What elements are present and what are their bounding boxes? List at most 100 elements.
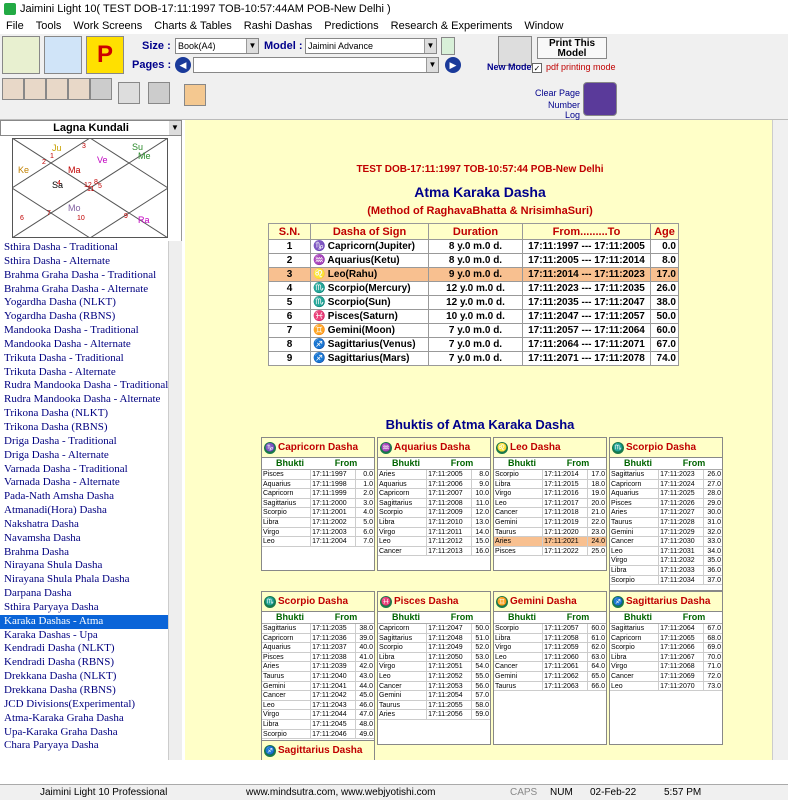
refresh-icon[interactable]	[441, 37, 455, 55]
bhukti-row[interactable]: Libra 17:11:2058 61.0	[494, 633, 606, 644]
dasha-list-item[interactable]: Trikuta Dasha - Traditional	[0, 352, 168, 366]
bhukti-row[interactable]: Virgo 17:11:2051 54.0	[378, 662, 490, 672]
bhukti-row[interactable]: Libra 17:11:2045 48.0	[262, 719, 374, 730]
bhukti-row[interactable]: Gemini 17:11:2054 57.0	[378, 691, 490, 701]
dasha-list-item[interactable]: Brahma Graha Dasha - Traditional	[0, 269, 168, 283]
table-row[interactable]: 6 ♓ Pisces(Saturn) 10 y.0 m.0 d. 17:11:2047…	[268, 309, 679, 324]
bhukti-row[interactable]: Aries 17:11:2056 59.0	[378, 710, 490, 720]
bhukti-row[interactable]: Pisces 17:11:2022 25.0	[494, 546, 606, 557]
bhukti-row[interactable]: Aquarius 17:11:2025 28.0	[610, 489, 722, 499]
chart-icon-2[interactable]	[24, 78, 46, 100]
p-icon[interactable]: P	[86, 36, 124, 74]
menu-research-experiments[interactable]: Research & Experiments	[385, 20, 519, 32]
bhukti-row[interactable]: Capricorn 17:11:1999 2.0	[262, 489, 374, 499]
bhukti-row[interactable]: Leo 17:11:2012 15.0	[378, 537, 490, 547]
bhukti-row[interactable]: Gemini 17:11:2019 22.0	[494, 517, 606, 528]
model-select[interactable]: Jaimini Advance ▼	[305, 38, 437, 54]
chart-icon-1[interactable]	[2, 78, 24, 100]
bhukti-row[interactable]: Leo 17:11:2060 63.0	[494, 652, 606, 663]
bhukti-row[interactable]: Virgo 17:11:2016 19.0	[494, 489, 606, 499]
bhukti-row[interactable]: Aquarius 17:11:1998 1.0	[262, 479, 374, 490]
bhukti-row[interactable]: Cancer 17:11:2042 45.0	[262, 691, 374, 701]
bhukti-row[interactable]: Scorpio 17:11:2057 60.0	[494, 624, 606, 634]
bhukti-row[interactable]: Pisces 17:11:2038 41.0	[262, 652, 374, 663]
bhukti-row[interactable]: Libra 17:11:2050 53.0	[378, 652, 490, 663]
dasha-list-item[interactable]: Mandooka Dasha - Alternate	[0, 338, 168, 352]
menu-charts-tables[interactable]: Charts & Tables	[148, 20, 237, 32]
menu-tools[interactable]: Tools	[30, 20, 68, 32]
bhukti-row[interactable]: Capricorn 17:11:2007 10.0	[378, 489, 490, 499]
printer-small-icon-2[interactable]	[148, 82, 170, 104]
bhukti-row[interactable]: Sagittarius 17:11:2048 51.0	[378, 633, 490, 644]
dasha-list-item[interactable]: Karaka Dashas - Atma	[0, 614, 168, 629]
size-select[interactable]: Book(A4) ▼	[175, 38, 259, 54]
menu-window[interactable]: Window	[518, 20, 569, 32]
bhukti-row[interactable]: Gemini 17:11:2062 65.0	[494, 671, 606, 682]
bhukti-row[interactable]: Taurus 17:11:2055 58.0	[378, 700, 490, 711]
dasha-list-item[interactable]: Trikona Dasha (NLKT)	[0, 407, 168, 421]
pdf-checkbox[interactable]: ✓	[532, 63, 542, 73]
dasha-list-item[interactable]: Nirayana Shula Dasha	[0, 559, 168, 573]
dasha-list-item[interactable]: Navamsha Dasha	[0, 532, 168, 546]
dasha-list-item[interactable]: Sthira Dasha - Traditional	[0, 241, 168, 255]
bhukti-row[interactable]: Capricorn 17:11:2024 27.0	[610, 479, 722, 490]
bhukti-row[interactable]: Taurus 17:11:2020 23.0	[494, 527, 606, 538]
dasha-list-item[interactable]: Trikona Dasha (RBNS)	[0, 421, 168, 435]
dasha-list-item[interactable]: Pada-Nath Amsha Dasha	[0, 490, 168, 504]
bhukti-row[interactable]: Gemini 17:11:2029 32.0	[610, 527, 722, 538]
bhukti-row[interactable]: Leo 17:11:2070 73.0	[610, 681, 722, 692]
print-model-button[interactable]: Print This Model	[537, 37, 607, 59]
chart-icon-3[interactable]	[68, 78, 90, 100]
bhukti-row[interactable]: Leo 17:11:2017 20.0	[494, 498, 606, 509]
table-row[interactable]: 2 ♒ Aquarius(Ketu) 8 y.0 m.0 d. 17:11:2005 …	[268, 253, 679, 268]
bhukti-row[interactable]: Aries 17:11:2039 42.0	[262, 662, 374, 672]
bhukti-row[interactable]: Leo 17:11:2043 46.0	[262, 700, 374, 711]
new-model-link[interactable]: New Model	[487, 62, 534, 72]
dasha-list-item[interactable]: Varnada Dasha - Alternate	[0, 476, 168, 490]
bhukti-row[interactable]: Virgo 17:11:2032 35.0	[610, 556, 722, 566]
number-log-link[interactable]: Number Log	[534, 100, 580, 120]
dasha-list-item[interactable]: Brahma Dasha	[0, 546, 168, 560]
bhukti-row[interactable]: Aries 17:11:2005 8.0	[378, 470, 490, 480]
dasha-list-item[interactable]: JCD Divisions(Experimental)	[0, 698, 168, 712]
bhukti-row[interactable]: Pisces 17:11:1997 0.0	[262, 470, 374, 480]
bhukti-row[interactable]: Virgo 17:11:2068 71.0	[610, 662, 722, 672]
pages-select[interactable]: ▼	[193, 57, 439, 73]
bhukti-row[interactable]: Capricorn 17:11:2036 39.0	[262, 633, 374, 644]
reader-icon[interactable]	[44, 36, 82, 74]
dasha-list-item[interactable]: Drekkana Dasha (RBNS)	[0, 684, 168, 698]
menu-predictions[interactable]: Predictions	[318, 20, 384, 32]
bhukti-row[interactable]: Scorpio 17:11:2014 17.0	[494, 470, 606, 480]
lagna-select[interactable]: Lagna Kundali ▼	[0, 120, 182, 136]
dasha-list-item[interactable]: Karaka Dashas - Upa	[0, 629, 168, 643]
dasha-list-item[interactable]: Atma-Karaka Graha Dasha	[0, 712, 168, 726]
bhukti-row[interactable]: Aquarius 17:11:2037 40.0	[262, 643, 374, 653]
bhukti-row[interactable]: Capricorn 17:11:2065 68.0	[610, 633, 722, 644]
dasha-list-item[interactable]: Darpana Dasha	[0, 587, 168, 601]
dasha-list-item[interactable]: Atmanadi(Hora) Dasha	[0, 504, 168, 518]
bhukti-row[interactable]: Scorpio 17:11:2034 37.0	[610, 575, 722, 586]
dasha-list-item[interactable]: Kendradi Dasha (NLKT)	[0, 642, 168, 656]
help-icon[interactable]	[583, 82, 617, 116]
bhukti-row[interactable]: Cancer 17:11:2053 56.0	[378, 681, 490, 692]
dasha-list-item[interactable]: Yogardha Dasha (RBNS)	[0, 310, 168, 324]
bhukti-row[interactable]: Gemini 17:11:2041 44.0	[262, 681, 374, 692]
main-scrollbar[interactable]	[772, 120, 788, 760]
bhukti-row[interactable]: Pisces 17:11:2026 29.0	[610, 498, 722, 509]
bhukti-row[interactable]: Scorpio 17:11:2001 4.0	[262, 508, 374, 518]
dasha-list-item[interactable]: Nakshatra Dasha	[0, 518, 168, 532]
bhukti-row[interactable]: Cancer 17:11:2018 21.0	[494, 508, 606, 518]
dasha-list-item[interactable]: Yogardha Dasha (NLKT)	[0, 296, 168, 310]
bhukti-row[interactable]: Libra 17:11:2067 70.0	[610, 652, 722, 663]
bhukti-row[interactable]: Virgo 17:11:2044 47.0	[262, 710, 374, 720]
bhukti-row[interactable]: Virgo 17:11:2059 62.0	[494, 643, 606, 653]
bhukti-row[interactable]: Scorpio 17:11:2049 52.0	[378, 643, 490, 653]
bhukti-row[interactable]: Leo 17:11:2031 34.0	[610, 546, 722, 557]
bhukti-row[interactable]: Cancer 17:11:2013 16.0	[378, 546, 490, 557]
dasha-list-item[interactable]: Sthira Paryaya Dasha	[0, 601, 168, 615]
bhukti-row[interactable]: Libra 17:11:2015 18.0	[494, 479, 606, 490]
table-row[interactable]: 5 ♏ Scorpio(Sun) 12 y.0 m.0 d. 17:11:2035 -…	[268, 295, 679, 310]
next-page-icon[interactable]: ▶	[445, 57, 461, 73]
bhukti-row[interactable]: Cancer 17:11:2030 33.0	[610, 537, 722, 547]
dasha-list-item[interactable]: Driga Dasha - Alternate	[0, 449, 168, 463]
